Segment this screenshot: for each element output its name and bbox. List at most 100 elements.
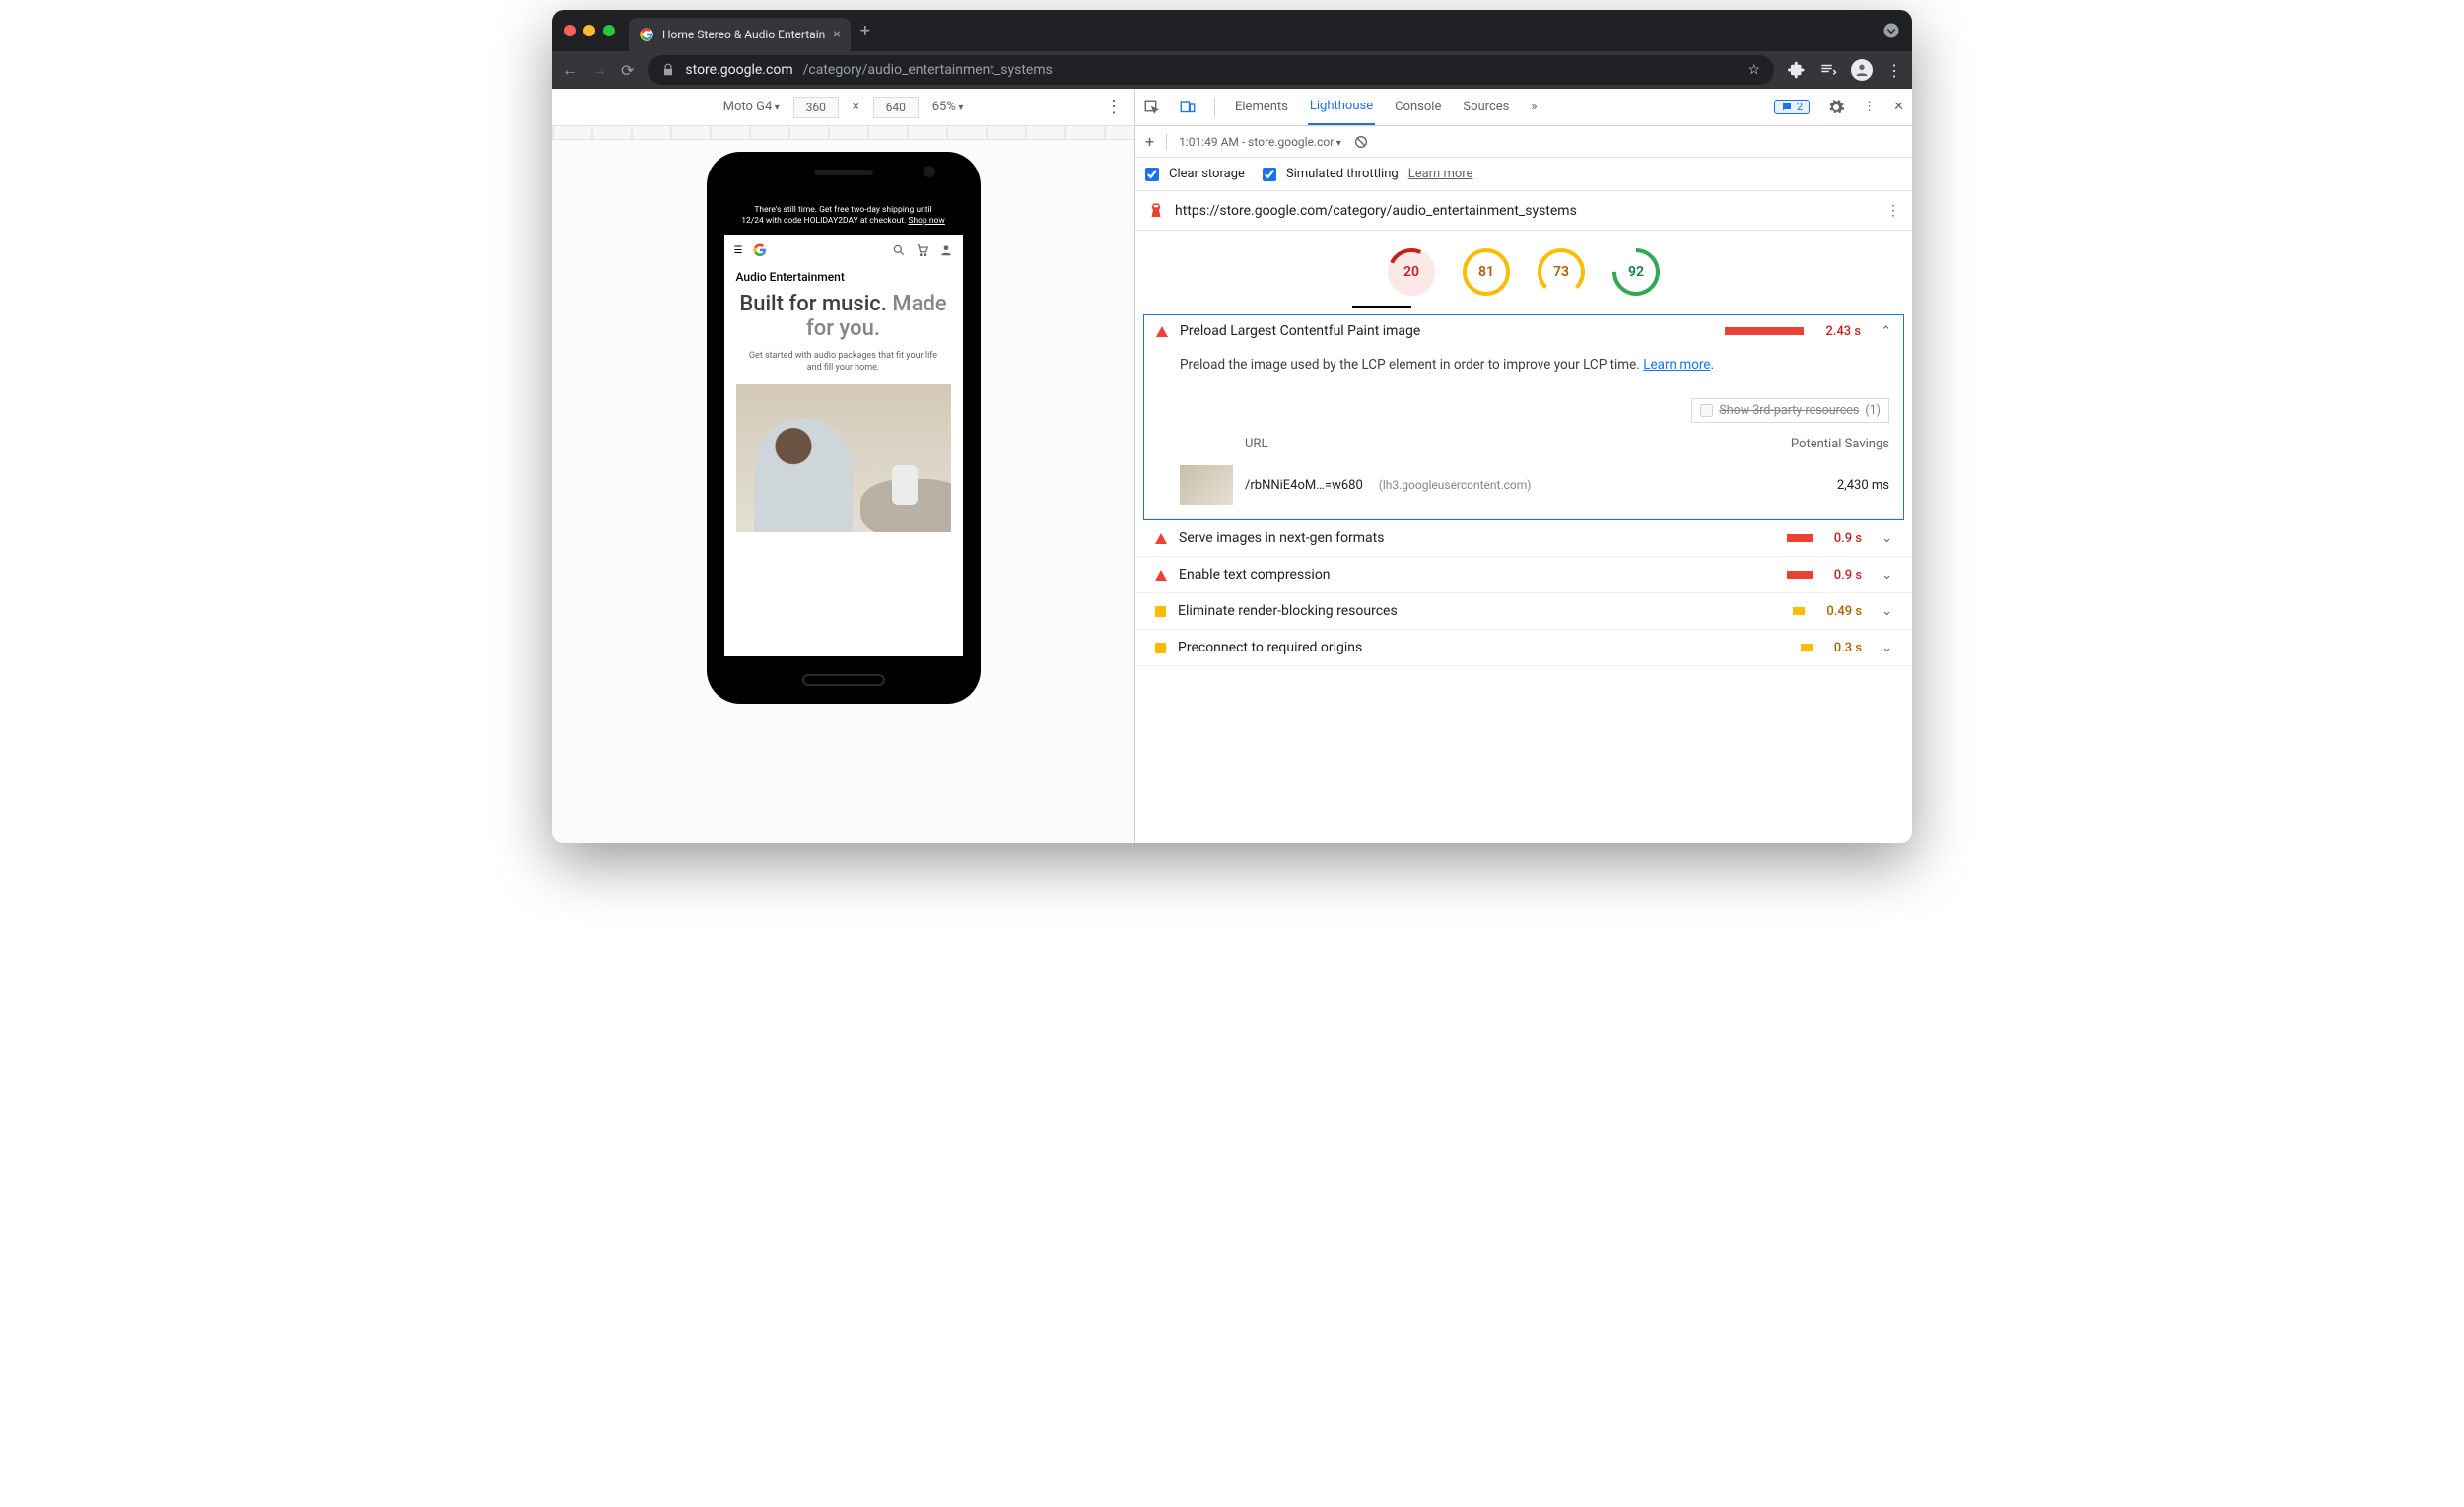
gauge-accessibility[interactable]: 81 — [1463, 248, 1510, 296]
clear-storage-checkbox[interactable] — [1145, 168, 1159, 181]
url-path: /category/audio_entertainment_systems — [803, 62, 1053, 78]
devtools-tabs: Elements Lighthouse Console Sources » 2 … — [1135, 89, 1912, 126]
audit-time: 2.43 s — [1825, 324, 1861, 339]
report-url-row: https://store.google.com/category/audio_… — [1135, 191, 1912, 231]
tab-sources[interactable]: Sources — [1461, 89, 1511, 125]
devtools-close-icon[interactable]: ✕ — [1893, 100, 1904, 114]
account-icon[interactable] — [939, 243, 953, 257]
audit-title: Eliminate render-blocking resources — [1178, 603, 1781, 619]
window-controls — [564, 25, 615, 36]
hero-heading: Built for music. Madefor you. — [736, 292, 951, 342]
audit-row[interactable]: Serve images in next-gen formats0.9 s⌄ — [1135, 520, 1912, 557]
viewport-height-input[interactable] — [873, 97, 919, 118]
simulated-throttling-checkbox[interactable] — [1263, 168, 1276, 181]
new-tab-button[interactable]: + — [860, 21, 870, 41]
col-savings: Potential Savings — [1791, 437, 1889, 451]
banner-line2: 12/24 with code HOLIDAY2DAY at checkout. — [741, 216, 906, 226]
audit-row[interactable]: Enable text compression 0.9 s ⌄ — [1135, 557, 1912, 593]
phone-frame: There's still time. Get free two-day shi… — [707, 152, 981, 704]
gauge-performance[interactable]: 20 — [1388, 248, 1435, 296]
chevron-up-icon: ⌃ — [1881, 324, 1891, 339]
audit-row[interactable]: Preconnect to required origins0.3 s⌄ — [1135, 630, 1912, 666]
audit-header[interactable]: Preload Largest Contentful Paint image 2… — [1144, 315, 1903, 347]
star-icon[interactable]: ☆ — [1747, 62, 1760, 78]
browser-tab[interactable]: Home Stereo & Audio Entertain × — [629, 18, 851, 51]
toolbar: ← → ⟳ store.google.com/category/audio_en… — [552, 51, 1912, 89]
emulated-page[interactable]: There's still time. Get free two-day shi… — [724, 197, 963, 656]
tabs-overflow[interactable]: » — [1529, 89, 1539, 125]
score-gauges: 20 81 73 92 — [1135, 231, 1912, 308]
savings-bar — [1793, 607, 1805, 615]
element-picker-icon[interactable] — [1143, 99, 1161, 116]
maximize-window-button[interactable] — [603, 25, 615, 36]
hero-image — [736, 384, 951, 532]
banner-shop-link[interactable]: Shop now — [908, 216, 944, 226]
third-party-filter: Show 3rd-party resources (1) — [1144, 386, 1903, 429]
hamburger-icon[interactable]: ☰ — [734, 245, 743, 256]
cart-icon[interactable] — [916, 243, 929, 257]
throttling-learn-more-link[interactable]: Learn more — [1408, 167, 1473, 181]
fail-icon — [1155, 570, 1167, 581]
audit-row[interactable]: Eliminate render-blocking resources0.49 … — [1135, 593, 1912, 630]
tab-close-button[interactable]: × — [833, 27, 840, 42]
third-party-toggle[interactable]: Show 3rd-party resources (1) — [1691, 398, 1889, 423]
report-menu[interactable]: ⋮ — [1886, 203, 1900, 219]
third-party-checkbox[interactable] — [1700, 404, 1713, 417]
tab-elements[interactable]: Elements — [1233, 89, 1290, 125]
reading-list-icon[interactable] — [1819, 61, 1837, 79]
gauge-best-practices[interactable]: 73 — [1538, 248, 1585, 296]
promo-banner: There's still time. Get free two-day shi… — [724, 197, 963, 235]
chevron-down-icon: ⌄ — [1882, 604, 1892, 619]
fail-icon — [1156, 326, 1168, 337]
lighthouse-subbar: + 1:01:49 AM - store.google.cor — [1135, 126, 1912, 158]
device-stage: There's still time. Get free two-day shi… — [552, 140, 1134, 843]
devtools-pane: Elements Lighthouse Console Sources » 2 … — [1135, 89, 1912, 843]
extensions-icon[interactable] — [1788, 61, 1806, 79]
devtools-menu-icon[interactable]: ⋮ — [1863, 100, 1876, 114]
audit-list: Serve images in next-gen formats0.9 s⌄En… — [1135, 520, 1912, 666]
audit-time: 0.9 s — [1834, 568, 1862, 582]
tab-lighthouse[interactable]: Lighthouse — [1308, 89, 1375, 125]
clear-icon[interactable] — [1353, 134, 1369, 150]
google-logo-icon[interactable] — [752, 242, 768, 258]
search-icon[interactable] — [892, 243, 906, 257]
forward-button[interactable]: → — [591, 60, 607, 80]
savings-bar — [1801, 644, 1813, 651]
dimension-separator: × — [853, 100, 859, 114]
device-toolbar-menu[interactable]: ⋮ — [1105, 97, 1123, 117]
device-select[interactable]: Moto G4 — [723, 100, 780, 114]
tab-title: Home Stereo & Audio Entertain — [662, 28, 825, 41]
audit-title: Preload Largest Contentful Paint image — [1180, 323, 1713, 339]
audit-title: Enable text compression — [1179, 567, 1775, 582]
device-toggle-icon[interactable] — [1179, 99, 1197, 116]
close-window-button[interactable] — [564, 25, 576, 36]
menu-icon[interactable]: ⋮ — [1886, 61, 1902, 80]
back-button[interactable]: ← — [562, 60, 578, 80]
chevron-down-icon[interactable] — [1882, 22, 1900, 39]
report-select[interactable]: 1:01:49 AM - store.google.cor — [1179, 135, 1341, 149]
audit-preload-lcp: Preload Largest Contentful Paint image 2… — [1143, 314, 1904, 520]
viewport-width-input[interactable] — [793, 97, 839, 118]
device-toolbar: Moto G4 × 65% ⋮ — [552, 89, 1134, 126]
reload-button[interactable]: ⟳ — [621, 61, 634, 80]
fail-icon — [1155, 533, 1167, 544]
resource-url: /rbNNiE4oM…=w680 — [1245, 478, 1363, 493]
minimize-window-button[interactable] — [583, 25, 595, 36]
lighthouse-options: Clear storage Simulated throttling Learn… — [1135, 158, 1912, 191]
new-report-button[interactable]: + — [1145, 132, 1154, 151]
audit-learn-more-link[interactable]: Learn more — [1643, 357, 1710, 373]
chevron-down-icon: ⌄ — [1882, 568, 1892, 582]
audit-table-header: URL Potential Savings — [1144, 429, 1903, 457]
profile-avatar[interactable] — [1851, 59, 1873, 81]
chevron-down-icon: ⌄ — [1882, 641, 1892, 655]
issues-badge[interactable]: 2 — [1774, 100, 1810, 114]
audit-description: Preload the image used by the LCP elemen… — [1144, 347, 1903, 386]
tab-console[interactable]: Console — [1393, 89, 1443, 125]
settings-icon[interactable] — [1827, 99, 1845, 116]
url-field[interactable]: store.google.com/category/audio_entertai… — [648, 55, 1774, 85]
audit-time: 0.3 s — [1834, 641, 1862, 655]
browser-window: Home Stereo & Audio Entertain × + ← → ⟳ … — [552, 10, 1912, 843]
gauge-seo[interactable]: 92 — [1612, 248, 1660, 296]
zoom-select[interactable]: 65% — [932, 100, 964, 114]
resource-host: (lh3.googleusercontent.com) — [1379, 478, 1532, 492]
